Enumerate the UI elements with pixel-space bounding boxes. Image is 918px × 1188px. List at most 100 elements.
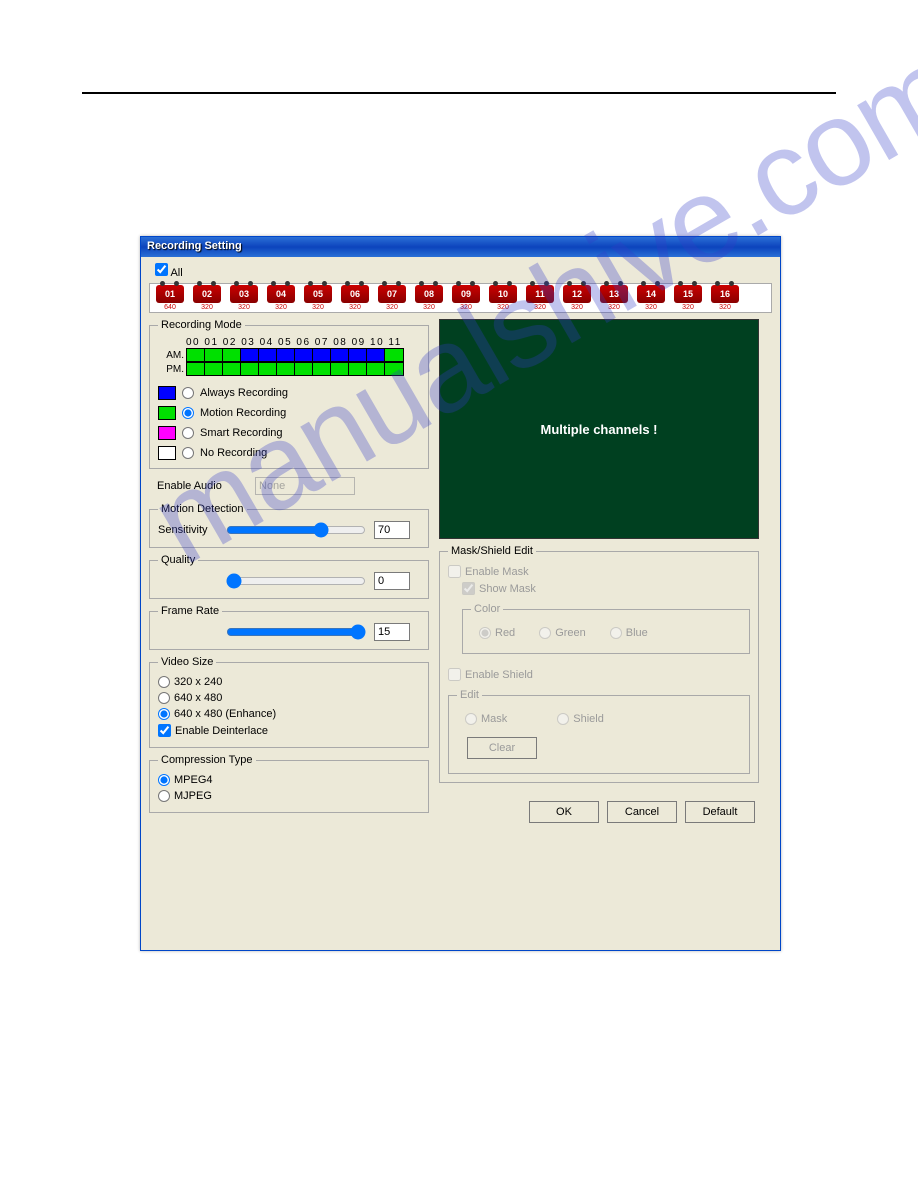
camera-resolution: 320: [571, 304, 583, 311]
camera-11[interactable]: 11320: [522, 285, 558, 311]
schedule-cell[interactable]: [205, 363, 223, 375]
motion-detection-legend: Motion Detection: [158, 503, 247, 515]
color-options: Red Green Blue: [471, 621, 741, 645]
camera-resolution: 640: [164, 304, 176, 311]
compression-legend: Compression Type: [158, 754, 256, 766]
camera-icon: 09: [452, 285, 480, 303]
schedule-cell[interactable]: [187, 363, 205, 375]
camera-15[interactable]: 15320: [670, 285, 706, 311]
show-mask-row: Show Mask: [462, 580, 750, 597]
clear-button-wrap: Clear: [457, 731, 741, 765]
am-schedule-cells[interactable]: [186, 348, 404, 362]
schedule-cell[interactable]: [295, 363, 313, 375]
schedule-cell[interactable]: [349, 363, 367, 375]
pm-schedule-cells[interactable]: [186, 362, 404, 376]
schedule-cell[interactable]: [259, 349, 277, 361]
camera-05[interactable]: 05320: [300, 285, 336, 311]
video-size-label: 640 x 480: [174, 692, 222, 704]
default-button[interactable]: Default: [685, 801, 755, 823]
camera-icon: 15: [674, 285, 702, 303]
schedule-cell[interactable]: [367, 363, 385, 375]
camera-06[interactable]: 06320: [337, 285, 373, 311]
camera-01[interactable]: 01640: [152, 285, 188, 311]
camera-resolution: 320: [719, 304, 731, 311]
camera-03[interactable]: 03320: [226, 285, 262, 311]
frame-rate-row: [158, 623, 420, 641]
quality-value[interactable]: [374, 572, 410, 590]
frame-rate-slider[interactable]: [226, 624, 366, 640]
compression-radio[interactable]: [158, 774, 170, 786]
video-size-radio[interactable]: [158, 692, 170, 704]
color-option: Blue: [610, 625, 648, 641]
camera-12[interactable]: 12320: [559, 285, 595, 311]
video-size-radio[interactable]: [158, 676, 170, 688]
mode-swatch: [158, 426, 176, 440]
schedule-cell[interactable]: [367, 349, 385, 361]
schedule-cell[interactable]: [259, 363, 277, 375]
camera-14[interactable]: 14320: [633, 285, 669, 311]
frame-rate-fieldset: Frame Rate: [149, 605, 429, 650]
mode-swatch: [158, 406, 176, 420]
camera-icon: 14: [637, 285, 665, 303]
mode-radio[interactable]: [182, 387, 194, 399]
schedule-cell[interactable]: [295, 349, 313, 361]
sensitivity-value[interactable]: [374, 521, 410, 539]
mode-radio[interactable]: [182, 407, 194, 419]
compression-radio[interactable]: [158, 790, 170, 802]
quality-row: [158, 572, 420, 590]
schedule-cell[interactable]: [277, 363, 295, 375]
all-checkbox[interactable]: [155, 263, 168, 276]
camera-resolution: 320: [312, 304, 324, 311]
edit-options: Mask Shield: [457, 707, 741, 731]
schedule-cell[interactable]: [187, 349, 205, 361]
schedule-cell[interactable]: [313, 363, 331, 375]
enable-shield-checkbox: [448, 668, 461, 681]
video-size-option: 640 x 480: [158, 690, 420, 706]
schedule-cell[interactable]: [223, 349, 241, 361]
schedule-cell[interactable]: [313, 349, 331, 361]
mode-label: Always Recording: [200, 387, 288, 399]
schedule-cell[interactable]: [223, 363, 241, 375]
deinterlace-checkbox[interactable]: [158, 724, 171, 737]
schedule-cell[interactable]: [241, 349, 259, 361]
mode-radio[interactable]: [182, 447, 194, 459]
camera-resolution: 320: [423, 304, 435, 311]
camera-10[interactable]: 10320: [485, 285, 521, 311]
quality-slider[interactable]: [226, 573, 366, 589]
camera-icon: 10: [489, 285, 517, 303]
mode-swatch: [158, 446, 176, 460]
window-title: Recording Setting: [147, 240, 242, 252]
schedule-cell[interactable]: [331, 363, 349, 375]
schedule-cell[interactable]: [331, 349, 349, 361]
hour-labels: 00 01 02 03 04 05 06 07 08 09 10 11: [186, 337, 420, 348]
color-label: Blue: [626, 627, 648, 639]
camera-04[interactable]: 04320: [263, 285, 299, 311]
ok-button[interactable]: OK: [529, 801, 599, 823]
color-radio: [539, 627, 551, 639]
camera-09[interactable]: 09320: [448, 285, 484, 311]
camera-02[interactable]: 02320: [189, 285, 225, 311]
color-label: Green: [555, 627, 586, 639]
cancel-button[interactable]: Cancel: [607, 801, 677, 823]
camera-08[interactable]: 08320: [411, 285, 447, 311]
schedule-cell[interactable]: [385, 349, 403, 361]
camera-13[interactable]: 13320: [596, 285, 632, 311]
schedule-cell[interactable]: [241, 363, 259, 375]
video-size-radio[interactable]: [158, 708, 170, 720]
left-column: Recording Mode 00 01 02 03 04 05 06 07 0…: [149, 319, 429, 823]
camera-icon: 05: [304, 285, 332, 303]
enable-audio-row: Enable Audio None: [149, 475, 429, 497]
frame-rate-value[interactable]: [374, 623, 410, 641]
camera-07[interactable]: 07320: [374, 285, 410, 311]
enable-mask-label: Enable Mask: [465, 566, 529, 578]
sensitivity-slider[interactable]: [226, 522, 366, 538]
schedule-cell[interactable]: [277, 349, 295, 361]
recording-mode-options: Always RecordingMotion RecordingSmart Re…: [158, 386, 420, 460]
schedule-cell[interactable]: [349, 349, 367, 361]
camera-16[interactable]: 16320: [707, 285, 743, 311]
sensitivity-row: Sensitivity: [158, 521, 420, 539]
mode-radio[interactable]: [182, 427, 194, 439]
video-size-label: 640 x 480 (Enhance): [174, 708, 276, 720]
schedule-cell[interactable]: [385, 363, 403, 375]
schedule-cell[interactable]: [205, 349, 223, 361]
